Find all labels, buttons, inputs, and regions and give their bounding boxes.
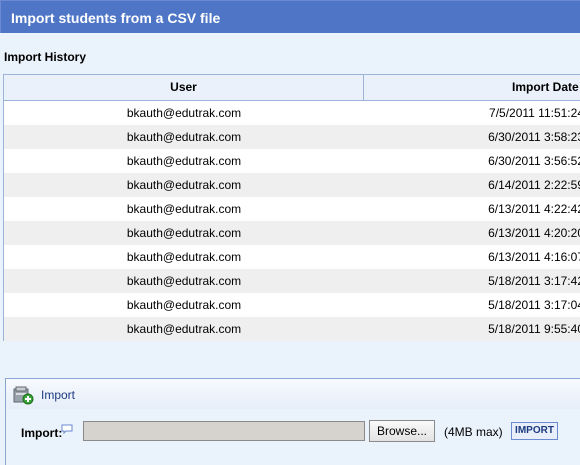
table-row[interactable]: bkauth@edutrak.com 5/18/2011 3:17:04 [4, 293, 580, 317]
table-row[interactable]: bkauth@edutrak.com 5/18/2011 9:55:40 [4, 317, 580, 341]
cell-user: bkauth@edutrak.com [126, 322, 242, 336]
table-row[interactable]: bkauth@edutrak.com 6/30/2011 3:58:23 [4, 125, 580, 149]
cell-import-date: 7/5/2011 11:51:24 [489, 106, 580, 120]
table-row[interactable]: bkauth@edutrak.com 6/13/2011 4:22:42 [4, 197, 580, 221]
import-button[interactable]: IMPORT [511, 422, 558, 440]
table-row[interactable]: bkauth@edutrak.com 7/5/2011 11:51:24 [4, 101, 580, 125]
import-panel-header: Import [6, 379, 580, 410]
cell-import-date: 5/18/2011 3:17:04 [488, 298, 580, 312]
cell-user: bkauth@edutrak.com [126, 178, 242, 192]
cell-import-date: 6/13/2011 4:16:07 [488, 250, 580, 264]
cell-user: bkauth@edutrak.com [126, 226, 242, 240]
cell-import-date: 5/18/2011 3:17:42 [488, 274, 580, 288]
cell-import-date: 6/30/2011 3:58:23 [488, 130, 580, 144]
tooltip-bubble-icon[interactable] [61, 423, 73, 435]
browse-button[interactable]: Browse... [369, 420, 435, 442]
cell-user: bkauth@edutrak.com [126, 154, 242, 168]
file-path-input[interactable] [83, 421, 365, 441]
window-title: Import students from a CSV file [0, 0, 580, 33]
grid-body: bkauth@edutrak.com 7/5/2011 11:51:24 bka… [4, 101, 580, 341]
cell-import-date: 6/13/2011 4:20:20 [488, 226, 580, 240]
table-row[interactable]: bkauth@edutrak.com 6/14/2011 2:22:59 [4, 173, 580, 197]
import-history-heading: Import History [4, 50, 87, 64]
cell-import-date: 5/18/2011 9:55:40 [488, 322, 580, 336]
table-row[interactable]: bkauth@edutrak.com 6/13/2011 4:16:07 [4, 245, 580, 269]
column-header-import-date[interactable]: Import Date [364, 75, 580, 100]
import-panel-title: Import [41, 388, 76, 402]
table-row[interactable]: bkauth@edutrak.com 5/18/2011 3:17:42 [4, 269, 580, 293]
import-history-grid: User Import Date bkauth@edutrak.com 7/5/… [3, 74, 580, 341]
import-folder-icon [13, 385, 35, 405]
cell-import-date: 6/30/2011 3:56:52 [488, 154, 580, 168]
cell-user: bkauth@edutrak.com [126, 274, 242, 288]
cell-user: bkauth@edutrak.com [126, 106, 242, 120]
import-form-row: Import: Browse... (4MB max) IMPORT [6, 409, 580, 465]
cell-import-date: 6/13/2011 4:22:42 [488, 202, 580, 216]
cell-user: bkauth@edutrak.com [126, 250, 242, 264]
cell-user: bkauth@edutrak.com [126, 202, 242, 216]
grid-header: User Import Date [4, 74, 580, 101]
cell-user: bkauth@edutrak.com [126, 130, 242, 144]
file-size-limit-note: (4MB max) [444, 425, 503, 439]
import-panel: Import Import: Browse... (4MB max) IMPOR… [5, 378, 580, 465]
table-row[interactable]: bkauth@edutrak.com 6/13/2011 4:20:20 [4, 221, 580, 245]
import-field-label: Import: [21, 426, 63, 440]
cell-import-date: 6/14/2011 2:22:59 [488, 178, 580, 192]
column-header-user[interactable]: User [4, 75, 364, 100]
cell-user: bkauth@edutrak.com [126, 298, 242, 312]
table-row[interactable]: bkauth@edutrak.com 6/30/2011 3:56:52 [4, 149, 580, 173]
